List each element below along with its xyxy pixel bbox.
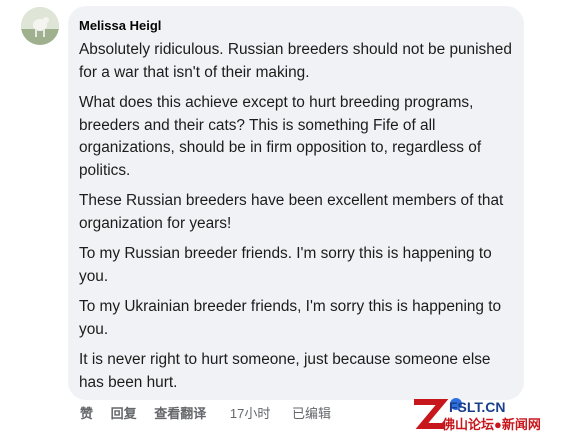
avatar[interactable] bbox=[21, 7, 59, 45]
see-translation-button[interactable]: 查看翻译 bbox=[154, 405, 206, 423]
comment-timestamp[interactable]: 17小时 bbox=[230, 405, 270, 423]
comment-author[interactable]: Melissa Heigl bbox=[79, 18, 512, 34]
watermark-name: 佛山论坛●新闻网 bbox=[442, 417, 541, 432]
comment-paragraph-6: It is never right to hurt someone, just … bbox=[79, 351, 491, 391]
comment-paragraph-1: Absolutely ridiculous. Russian breeders … bbox=[79, 41, 512, 81]
like-button[interactable]: 赞 bbox=[80, 405, 93, 423]
comment-bubble: Melissa Heigl Absolutely ridiculous. Rus… bbox=[68, 6, 524, 400]
comment-paragraph-3: These Russian breeders have been excelle… bbox=[79, 192, 504, 232]
comment-actions: 赞 回复 查看翻译 17小时 已编辑 bbox=[80, 405, 331, 423]
avatar-photo bbox=[21, 7, 59, 45]
watermark-site: FSLT.CN bbox=[449, 399, 506, 415]
comment-paragraph-4: To my Russian breeder friends. I'm sorry… bbox=[79, 245, 492, 285]
edited-label: 已编辑 bbox=[292, 406, 332, 421]
reply-button[interactable]: 回复 bbox=[111, 405, 137, 423]
comment-paragraph-5: To my Ukrainian breeder friends, I'm sor… bbox=[79, 298, 502, 338]
comment-paragraph-2: What does this achieve except to hurt br… bbox=[79, 94, 482, 179]
